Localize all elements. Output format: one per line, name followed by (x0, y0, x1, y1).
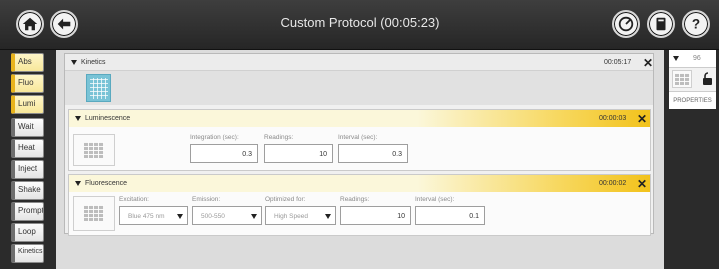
luminescence-title: Luminescence (85, 115, 131, 122)
emission-select[interactable]: 500-550 (192, 206, 262, 225)
fluorescence-title: Fluorescence (85, 180, 128, 187)
fluorescence-close-button[interactable]: ✕ (637, 178, 647, 190)
sidebar-item-fluo[interactable]: Fluo (11, 74, 44, 93)
home-icon (22, 17, 38, 31)
optimized-label: Optimized for: (265, 196, 306, 203)
sidebar-item-inject[interactable]: Inject (11, 160, 44, 179)
back-button[interactable] (50, 10, 78, 38)
luminescence-header[interactable]: Luminescence (69, 110, 650, 127)
plate-type-selector[interactable]: 96 (669, 50, 716, 67)
save-button[interactable] (647, 10, 675, 38)
fluorescence-header[interactable]: Fluorescence (69, 175, 650, 192)
protocol-canvas: Kinetics 00:05:17 ✕ Luminescence 00:00:0… (64, 53, 654, 236)
emission-label: Emission: (192, 196, 221, 203)
chevron-down-icon (177, 214, 183, 219)
chevron-down-icon (325, 214, 331, 219)
sidebar-item-abs[interactable]: Abs (11, 53, 44, 72)
gauge-icon (618, 16, 634, 32)
window-title: Custom Protocol (00:05:23) (280, 15, 440, 30)
chevron-down-icon (251, 214, 257, 219)
excitation-value: Blue 475 nm (128, 213, 165, 220)
svg-text:?: ? (692, 17, 700, 32)
plate-type-value: 96 (693, 55, 701, 62)
sidebar-item-heat[interactable]: Heat (11, 139, 44, 158)
kinetics-title: Kinetics (81, 58, 106, 66)
sidebar-item-loop[interactable]: Loop (11, 223, 44, 242)
sidebar-item-lumi[interactable]: Lumi (11, 95, 44, 114)
arrow-left-icon (57, 18, 71, 30)
fluo-interval-label: Interval (sec): (415, 196, 455, 203)
kinetics-plate-icon[interactable] (86, 74, 111, 102)
collapse-icon[interactable] (71, 59, 77, 65)
sidebar-item-kinetics[interactable]: Kinetics (11, 244, 44, 263)
unlock-icon[interactable] (702, 72, 714, 86)
sidebar-item-prompt[interactable]: Prompt (11, 202, 44, 221)
fluo-readings-label: Readings: (340, 196, 370, 203)
luminescence-step: Luminescence 00:00:03 ✕ Integration (sec… (68, 109, 651, 171)
kinetics-header[interactable]: Kinetics (65, 54, 653, 71)
emission-value: 500-550 (201, 213, 225, 220)
sidebar-item-wait[interactable]: Wait (11, 118, 44, 137)
top-bar: Custom Protocol (00:05:23) ? (0, 0, 719, 50)
kinetics-close-button[interactable]: ✕ (643, 57, 653, 69)
optimized-select[interactable]: High Speed (265, 206, 336, 225)
sidebar-item-shake[interactable]: Shake (11, 181, 44, 200)
collapse-icon[interactable] (673, 56, 679, 61)
interval-label: Interval (sec): (338, 134, 378, 141)
kinetics-time: 00:05:17 (604, 59, 632, 66)
integration-label: Integration (sec): (190, 134, 239, 141)
right-panel: 96 PROPERTIES (664, 50, 719, 269)
home-button[interactable] (16, 10, 44, 38)
protocol-editor: Kinetics 00:05:17 ✕ Luminescence 00:00:0… (56, 50, 664, 269)
plate-tools (669, 67, 716, 91)
interval-input[interactable]: 0.3 (338, 144, 408, 163)
kinetics-body (65, 71, 653, 105)
collapse-icon[interactable] (75, 116, 81, 121)
fluorescence-plate-icon[interactable] (73, 196, 115, 231)
luminescence-plate-icon[interactable] (73, 134, 115, 166)
step-palette: Abs Fluo Lumi Wait Heat Inject Shake Pro… (0, 50, 56, 269)
collapse-icon[interactable] (75, 181, 81, 186)
run-button[interactable] (612, 10, 640, 38)
excitation-select[interactable]: Blue 475 nm (119, 206, 188, 225)
fluorescence-time: 00:00:02 (599, 180, 627, 187)
book-icon (656, 17, 666, 31)
readings-label: Readings: (264, 134, 294, 141)
fluorescence-step: Fluorescence 00:00:02 ✕ Excitation: Blue… (68, 174, 651, 236)
question-icon: ? (692, 17, 700, 32)
fluo-readings-input[interactable]: 10 (340, 206, 411, 225)
luminescence-close-button[interactable]: ✕ (637, 113, 647, 125)
optimized-value: High Speed (274, 213, 308, 220)
readings-input[interactable]: 10 (264, 144, 333, 163)
help-button[interactable]: ? (682, 10, 710, 38)
properties-button[interactable]: PROPERTIES (669, 91, 716, 109)
integration-input[interactable]: 0.3 (190, 144, 258, 163)
luminescence-time: 00:00:03 (599, 115, 627, 122)
fluo-interval-input[interactable]: 0.1 (415, 206, 485, 225)
excitation-label: Excitation: (119, 196, 149, 203)
plate-thumbnail-icon[interactable] (672, 70, 692, 88)
